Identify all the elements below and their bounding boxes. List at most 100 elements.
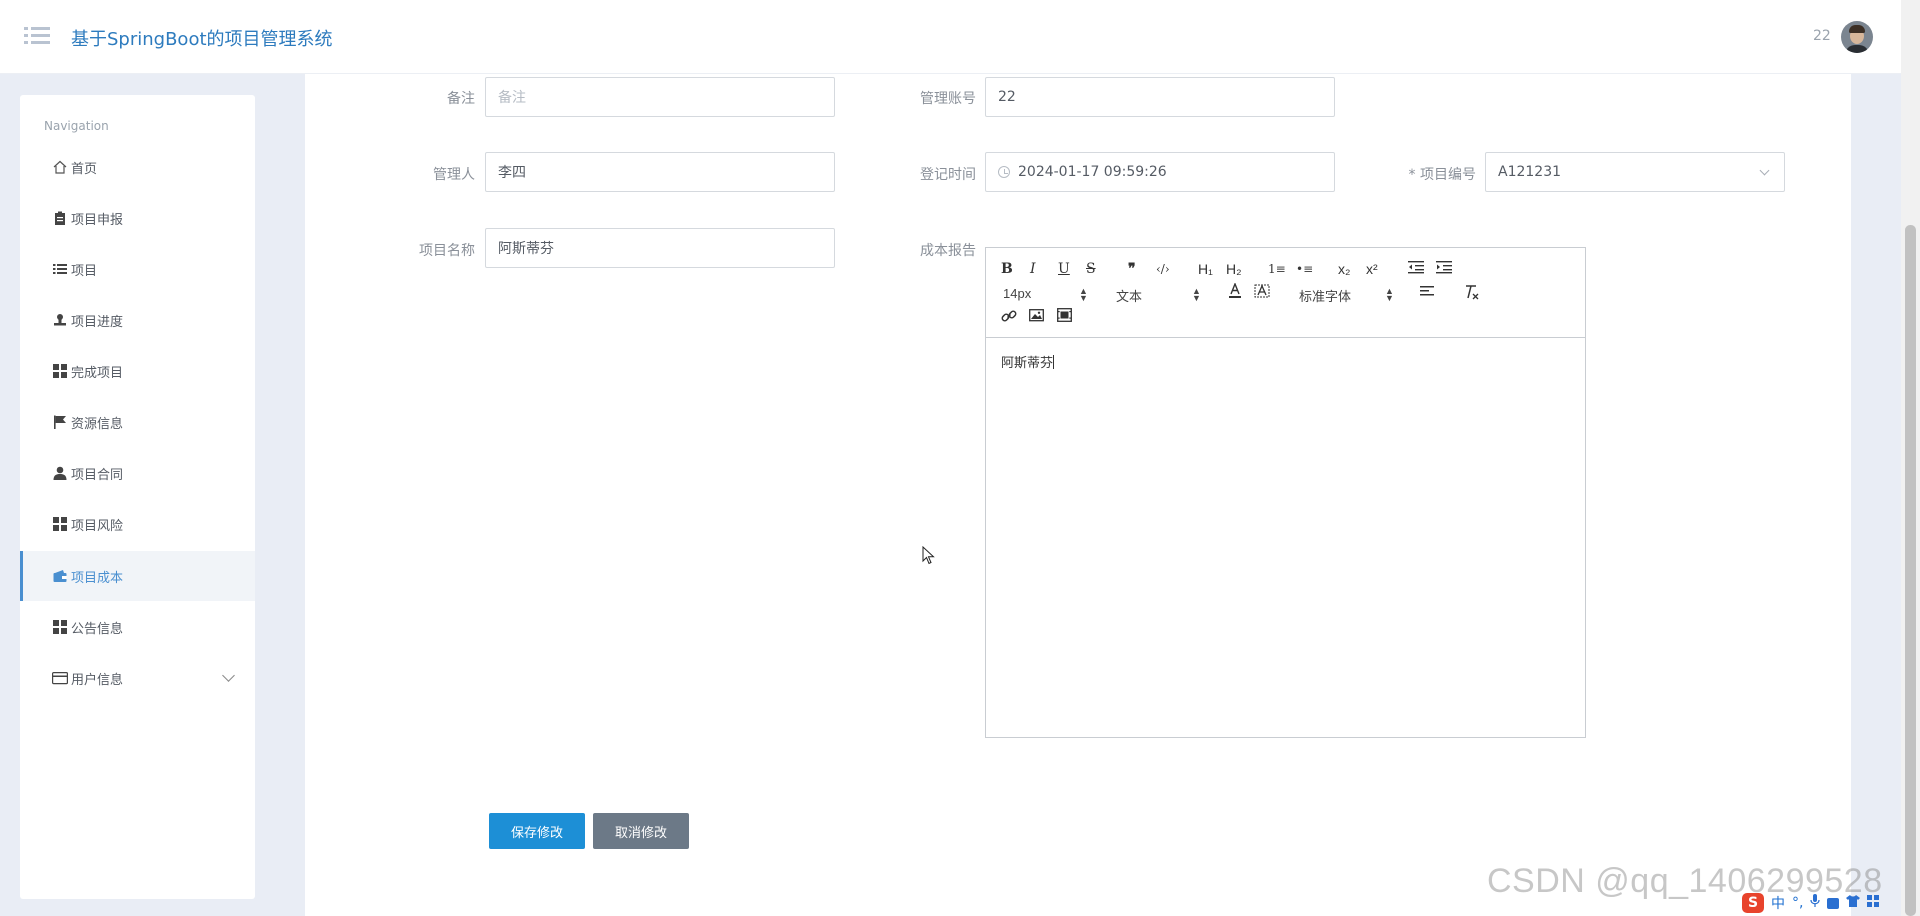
sidebar-item-label: 公告信息 (71, 621, 124, 637)
clear-format-button[interactable] (1464, 284, 1480, 305)
manager-value: 李四 (498, 165, 526, 181)
chevron-down-icon[interactable] (222, 669, 235, 682)
background-color-button[interactable] (1254, 283, 1270, 304)
italic-button[interactable]: I (1030, 260, 1036, 278)
sidebar-item-home[interactable]: 首页 (20, 142, 255, 192)
app-title: 基于SpringBoot的项目管理系统 (71, 29, 333, 50)
font-color-button[interactable] (1228, 282, 1242, 304)
cost-report-label: 成本报告 (920, 243, 976, 259)
manager-account-value: 22 (998, 89, 1016, 105)
keyboard-icon[interactable] (1827, 897, 1840, 909)
grid-menu-icon[interactable] (1867, 895, 1880, 911)
align-button[interactable] (1420, 284, 1436, 303)
h2-button[interactable]: H₂ (1226, 260, 1242, 278)
subscript-button[interactable]: x₂ (1338, 260, 1350, 278)
strike-button[interactable]: S (1086, 260, 1096, 278)
nav-caption: Navigation (44, 119, 109, 133)
text-type-select[interactable]: 文本 ▲ ▼ (1116, 286, 1201, 305)
project-code-value: A121231 (1498, 164, 1562, 180)
sidebar-item-contract[interactable]: 项目合同 (20, 448, 255, 498)
scrollbar-thumb[interactable] (1905, 225, 1916, 916)
manager-input[interactable]: 李四 (485, 152, 835, 192)
microphone-icon[interactable] (1810, 894, 1821, 912)
sidebar-item-risk[interactable]: 项目风险 (20, 499, 255, 549)
ime-language[interactable]: 中 (1771, 893, 1785, 913)
remark-label: 备注 (447, 91, 475, 107)
updown-icon: ▲ ▼ (1079, 286, 1088, 303)
text-type-value: 文本 (1116, 289, 1143, 304)
project-code-select[interactable]: A121231 (1485, 152, 1785, 192)
grid-icon (52, 619, 68, 635)
sidebar-item-label: 首页 (71, 161, 98, 177)
text-caret (1053, 355, 1055, 369)
person-icon (52, 465, 68, 481)
project-name-label: 项目名称 (419, 243, 475, 259)
video-icon[interactable] (1057, 308, 1072, 327)
bold-button[interactable]: B (1001, 260, 1013, 278)
save-button[interactable]: 保存修改 (489, 813, 585, 849)
cancel-button[interactable]: 取消修改 (593, 813, 689, 849)
image-icon[interactable] (1029, 308, 1044, 327)
register-time-input[interactable]: 2024-01-17 09:59:26 (985, 152, 1335, 192)
font-family-value: 标准字体 (1299, 289, 1352, 304)
sidebar-item-label: 完成项目 (71, 365, 124, 381)
list-icon (52, 261, 68, 277)
link-icon[interactable] (1001, 308, 1017, 329)
top-header: 基于SpringBoot的项目管理系统 22 (0, 0, 1901, 74)
avatar[interactable] (1841, 21, 1873, 53)
h1-button[interactable]: H₁ (1198, 260, 1213, 278)
editor-content[interactable]: 阿斯蒂芬 (1001, 352, 1055, 371)
cost-report-editor[interactable]: B I U S ❞ ‹/› H₁ H₂ 1≡ •≡ x₂ x² 14px ▲ ▼ … (985, 247, 1586, 738)
indent-button[interactable] (1436, 260, 1452, 279)
sidebar-item-progress[interactable]: 项目进度 (20, 295, 255, 345)
sidebar-item-label: 项目申报 (71, 212, 124, 228)
superscript-button[interactable]: x² (1366, 260, 1378, 278)
card-icon (52, 670, 68, 686)
username[interactable]: 22 (1813, 28, 1831, 44)
editor-toolbar: B I U S ❞ ‹/› H₁ H₂ 1≡ •≡ x₂ x² 14px ▲ ▼ … (986, 248, 1585, 338)
grid-icon (52, 363, 68, 379)
ime-logo-icon[interactable]: S (1742, 893, 1764, 913)
sidebar-item-users[interactable]: 用户信息 (20, 653, 255, 703)
quote-button[interactable]: ❞ (1128, 260, 1136, 278)
page-scrollbar[interactable] (1901, 0, 1920, 916)
code-button[interactable]: ‹/› (1156, 260, 1170, 278)
register-time-value: 2024-01-17 09:59:26 (1018, 164, 1167, 180)
updown-icon: ▲ ▼ (1192, 286, 1201, 303)
project-name-input[interactable]: 阿斯蒂芬 (485, 228, 835, 268)
ordered-list-button[interactable]: 1≡ (1268, 260, 1286, 278)
font-size-select[interactable]: 14px ▲ ▼ (1003, 286, 1088, 303)
project-code-label: * 项目编号 (1408, 167, 1476, 183)
sidebar-item-label: 项目成本 (71, 570, 124, 586)
remark-placeholder: 备注 (498, 90, 526, 106)
ime-punctuation[interactable]: °, (1792, 895, 1803, 911)
manager-account-input[interactable]: 22 (985, 77, 1335, 117)
clipboard-icon (52, 210, 68, 226)
skin-icon[interactable] (1846, 895, 1861, 911)
sidebar-item-cost[interactable]: 项目成本 (20, 551, 255, 601)
chevron-down-icon (1759, 165, 1770, 176)
underline-button[interactable]: U (1058, 260, 1070, 278)
register-time-label: 登记时间 (920, 167, 976, 183)
ime-toolbar[interactable]: S 中 °, (1742, 892, 1880, 914)
outdent-button[interactable] (1408, 260, 1424, 279)
updown-icon: ▲ ▼ (1385, 286, 1394, 303)
sidebar-item-label: 项目合同 (71, 467, 124, 483)
menu-toggle-icon[interactable] (24, 27, 50, 45)
clock-icon (998, 166, 1010, 178)
sidebar-item-project[interactable]: 项目 (20, 244, 255, 294)
sidebar-item-project-apply[interactable]: 项目申报 (20, 193, 255, 243)
home-icon (52, 159, 68, 175)
remark-input[interactable]: 备注 (485, 77, 835, 117)
sidebar-item-label: 资源信息 (71, 416, 124, 432)
manager-account-label: 管理账号 (920, 91, 976, 107)
font-family-select[interactable]: 标准字体 ▲ ▼ (1299, 286, 1394, 305)
sidebar-item-notice[interactable]: 公告信息 (20, 602, 255, 652)
sidebar-item-completed[interactable]: 完成项目 (20, 346, 255, 396)
mouse-cursor-icon (922, 545, 935, 569)
project-name-value: 阿斯蒂芬 (498, 241, 554, 257)
bullet-list-button[interactable]: •≡ (1296, 260, 1313, 278)
flag-icon (52, 414, 68, 430)
sidebar-item-label: 项目进度 (71, 314, 124, 330)
sidebar-item-resources[interactable]: 资源信息 (20, 397, 255, 447)
